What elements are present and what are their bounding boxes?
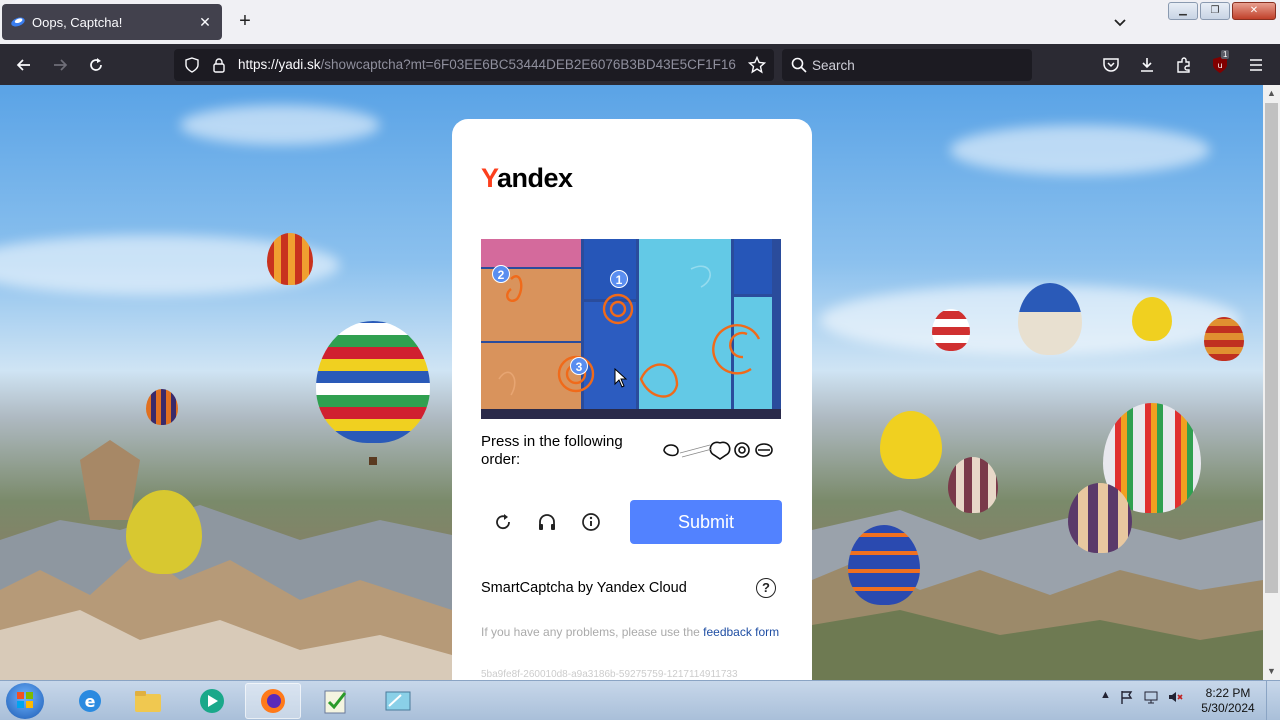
window-app-icon — [385, 691, 411, 711]
hamburger-menu-icon — [1250, 59, 1262, 71]
reload-button[interactable] — [83, 52, 109, 78]
reload-icon — [90, 58, 102, 71]
taskbar-clock[interactable]: 8:22 PM 5/30/2024 — [1196, 686, 1260, 716]
restore-button[interactable]: ❐ — [1200, 2, 1230, 20]
taskbar-ie[interactable]: e — [62, 683, 118, 719]
info-icon — [582, 513, 600, 531]
click-marker-1[interactable]: 1 — [610, 270, 628, 288]
svg-text:e: e — [85, 692, 96, 711]
new-tab-button[interactable]: + — [234, 10, 256, 32]
yandex-logo: Yandex — [481, 163, 573, 194]
mouse-cursor-icon — [614, 368, 628, 388]
downloads-button[interactable] — [1134, 52, 1160, 78]
download-icon — [1141, 58, 1153, 72]
forward-button[interactable] — [47, 52, 73, 78]
network-icon[interactable] — [1143, 689, 1159, 705]
tray-expand-icon[interactable]: ▲ — [1100, 689, 1111, 705]
pocket-button[interactable] — [1098, 52, 1124, 78]
puzzle-piece-icon — [1177, 57, 1190, 73]
list-all-tabs-icon[interactable] — [1110, 12, 1130, 32]
media-app-icon — [200, 689, 224, 713]
page-content: Yandex 1 2 3 Press in the following orde… — [0, 85, 1263, 680]
captcha-shapes-icon — [498, 265, 761, 398]
captcha-image[interactable]: 1 2 3 — [481, 239, 781, 419]
feedback-form-link[interactable]: feedback form — [703, 625, 779, 639]
refresh-captcha-button[interactable] — [481, 500, 525, 544]
yandex-logo-first-letter: Y — [481, 163, 498, 193]
tracking-shield-icon[interactable] — [184, 57, 200, 73]
scroll-down-icon[interactable]: ▼ — [1263, 663, 1280, 680]
url-text[interactable]: https://yadi.sk/showcaptcha?mt=6F03EE6BC… — [238, 57, 738, 72]
click-marker-2[interactable]: 2 — [492, 265, 510, 283]
help-icon[interactable]: ? — [756, 578, 776, 598]
tab-strip: Oops, Captcha! ✕ + ▁ ❐ ✕ — [0, 0, 1280, 44]
show-desktop-button[interactable] — [1266, 681, 1280, 720]
forward-arrow-icon — [54, 59, 68, 71]
url-host: https://yadi.sk — [238, 57, 321, 72]
taskbar-explorer[interactable] — [120, 683, 176, 719]
bookmark-star-icon[interactable] — [748, 56, 766, 74]
taskbar-app[interactable] — [370, 683, 426, 719]
taskbar-firefox[interactable] — [245, 683, 301, 719]
back-arrow-icon — [16, 59, 30, 71]
yandex-disk-favicon-icon — [11, 17, 25, 27]
action-center-flag-icon[interactable] — [1119, 689, 1135, 705]
minimize-button[interactable]: ▁ — [1168, 2, 1198, 20]
search-icon — [791, 57, 807, 73]
window-close-button[interactable]: ✕ — [1232, 2, 1276, 20]
captcha-order-shapes-icon — [663, 441, 773, 460]
windows-logo-icon — [17, 692, 33, 708]
scroll-thumb[interactable] — [1265, 103, 1278, 593]
request-id: 5ba9fe8f-260010d8-a9a3186b-59275759-1217… — [481, 669, 738, 680]
taskbar-media[interactable] — [184, 683, 240, 719]
problems-notice: If you have any problems, please use the… — [481, 624, 781, 640]
taskbar-tasks[interactable] — [308, 683, 364, 719]
ublock-extension-button[interactable]: u 1 — [1207, 50, 1233, 78]
clock-date: 5/30/2024 — [1201, 701, 1255, 715]
problems-text: If you have any problems, please use the — [481, 625, 704, 639]
search-bar[interactable]: Search — [782, 49, 1032, 81]
audio-captcha-button[interactable] — [525, 500, 569, 544]
headphones-icon — [539, 514, 555, 530]
pocket-icon — [1103, 58, 1119, 72]
captcha-instruction: Press in the following order: — [481, 433, 623, 468]
submit-button[interactable]: Submit — [630, 500, 782, 544]
click-marker-3[interactable]: 3 — [570, 357, 588, 375]
tab-close-icon[interactable]: ✕ — [196, 14, 214, 31]
app-menu-button[interactable] — [1243, 52, 1269, 78]
start-button[interactable] — [6, 683, 44, 719]
firefox-icon — [261, 689, 285, 713]
system-tray: ▲ — [1100, 689, 1183, 705]
captcha-info-button[interactable] — [569, 500, 613, 544]
checklist-icon — [324, 690, 347, 714]
yandex-logo-rest: andex — [497, 163, 573, 193]
page-scrollbar[interactable]: ▲ ▼ — [1263, 85, 1280, 680]
url-path: /showcaptcha?mt=6F03EE6BC53444DEB2E6076B… — [320, 57, 736, 72]
folder-icon — [135, 691, 161, 712]
back-button[interactable] — [11, 52, 37, 78]
lock-icon[interactable] — [212, 57, 226, 73]
refresh-icon — [496, 514, 510, 530]
tab-oops-captcha[interactable]: Oops, Captcha! ✕ — [2, 4, 222, 40]
extensions-button[interactable] — [1171, 52, 1197, 78]
tab-title: Oops, Captcha! — [32, 14, 123, 30]
url-bar[interactable]: https://yadi.sk/showcaptcha?mt=6F03EE6BC… — [174, 49, 774, 81]
extension-badge: 1 — [1221, 50, 1230, 59]
svg-text:u: u — [1217, 61, 1222, 70]
volume-muted-icon[interactable] — [1167, 689, 1183, 705]
clock-time: 8:22 PM — [1205, 686, 1251, 700]
navigation-bar: https://yadi.sk/showcaptcha?mt=6F03EE6BC… — [0, 44, 1280, 85]
search-placeholder: Search — [812, 57, 855, 73]
window-controls: ▁ ❐ ✕ — [1168, 2, 1276, 20]
windows-taskbar: e ▲ 8:22 PM 5/30/2024 — [0, 680, 1280, 720]
captcha-tools — [481, 500, 613, 544]
captcha-card: Yandex 1 2 3 Press in the following orde… — [452, 119, 812, 680]
internet-explorer-icon: e — [79, 690, 101, 712]
smartcaptcha-brand: SmartCaptcha by Yandex Cloud — [481, 580, 687, 596]
scroll-up-icon[interactable]: ▲ — [1263, 85, 1280, 102]
